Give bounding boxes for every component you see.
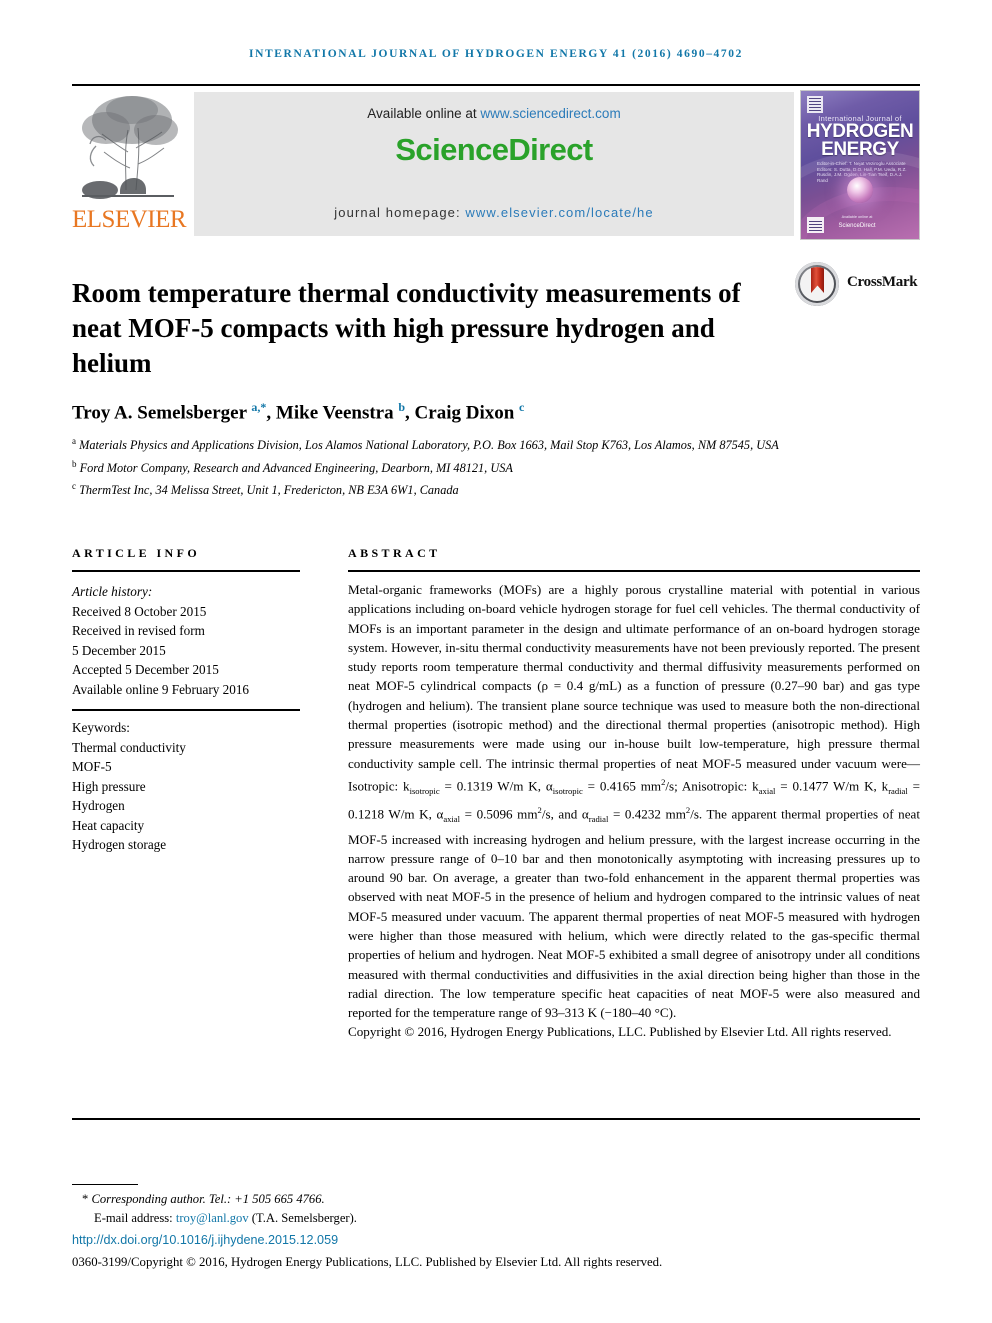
- crossmark-label: CrossMark: [847, 274, 918, 290]
- available-online-text: Available online at: [367, 106, 481, 121]
- article-info-heading: ARTICLE INFO: [72, 546, 201, 560]
- journal-homepage-link[interactable]: www.elsevier.com/locate/he: [465, 205, 653, 220]
- sciencedirect-logo: ScienceDirect: [395, 132, 593, 167]
- corresponding-author-text: Corresponding author. Tel.: +1 505 665 4…: [88, 1192, 325, 1206]
- article-history-items: Received 8 October 2015 Received in revis…: [72, 602, 304, 700]
- crossmark-icon: [795, 262, 839, 306]
- elsevier-logo: ELSEVIER: [72, 88, 187, 238]
- abstract-copyright: Copyright © 2016, Hydrogen Energy Public…: [348, 1024, 892, 1040]
- email-suffix: (T.A. Semelsberger).: [248, 1211, 357, 1225]
- affiliation-list: a Materials Physics and Applications Div…: [72, 432, 912, 500]
- abstract-rule: [348, 570, 920, 572]
- elsevier-wordmark: ELSEVIER: [72, 206, 187, 233]
- keyword-item: MOF-5: [72, 759, 112, 774]
- author-list: Troy A. Semelsberger a,*, Mike Veenstra …: [72, 400, 525, 424]
- keyword-item: Heat capacity: [72, 817, 145, 833]
- footnote-rule: [72, 1184, 138, 1185]
- keywords-rule: [72, 709, 300, 711]
- article-history-item: 5 December 2015: [72, 642, 166, 658]
- keywords-label: Keywords:: [72, 720, 130, 735]
- cover-title-line-2: ENERGY: [821, 139, 899, 160]
- cover-publisher-name: ScienceDirect: [838, 223, 876, 229]
- footnotes: * Corresponding author. Tel.: +1 505 665…: [72, 1190, 920, 1228]
- journal-homepage-label: journal homepage:: [334, 205, 466, 220]
- masthead: ELSEVIER Available online at www.science…: [72, 88, 920, 240]
- keyword-items: Thermal conductivity MOF-5 High pressure Hy…: [72, 738, 304, 855]
- affiliation-item: b Ford Motor Company, Research and Advan…: [72, 458, 513, 475]
- article-history-item: Received in revised form: [72, 623, 205, 638]
- running-head: International Journal of Hydrogen Energy…: [249, 48, 743, 60]
- elsevier-tree-icon: [82, 96, 178, 199]
- doi-link[interactable]: http://dx.doi.org/10.1016/j.ijhydene.201…: [72, 1233, 338, 1247]
- cover-publisher-mark-top: [807, 96, 823, 113]
- article-history-item: Received 8 October 2015: [72, 603, 207, 619]
- article-first-page: International Journal of Hydrogen Energy…: [0, 0, 992, 1323]
- email-label: E-mail address:: [94, 1211, 176, 1225]
- available-online-line: Available online at www.sciencedirect.co…: [194, 106, 794, 121]
- cover-sphere-graphic: [847, 177, 873, 203]
- article-history-item: Available online 9 February 2016: [72, 681, 250, 697]
- issn-copyright-line: 0360-3199/Copyright © 2016, Hydrogen Ene…: [72, 1255, 663, 1269]
- journal-homepage-line: journal homepage: www.elsevier.com/locat…: [194, 205, 794, 220]
- article-history-label: Article history:: [72, 584, 153, 599]
- crossmark-badge[interactable]: CrossMark: [795, 262, 920, 308]
- sciencedirect-link[interactable]: www.sciencedirect.com: [480, 106, 620, 121]
- abstract-heading: ABSTRACT: [348, 546, 441, 560]
- corresponding-author-note: * Corresponding author. Tel.: +1 505 665…: [72, 1190, 920, 1209]
- abstract-text: Metal-organic frameworks (MOFs) are a hi…: [348, 582, 920, 1021]
- footer-rule: [72, 1118, 920, 1120]
- keyword-item: High pressure: [72, 778, 146, 794]
- page-title: Room temperature thermal conductivity me…: [72, 278, 741, 379]
- header-rule: [72, 84, 920, 86]
- cover-publisher-note: Available online at: [841, 215, 873, 219]
- journal-cover-thumbnail: International Journal of HYDROGEN ENERGY…: [800, 90, 920, 240]
- affiliation-item: c ThermTest Inc, 34 Melissa Street, Unit…: [72, 481, 459, 498]
- keyword-item: Hydrogen: [72, 798, 125, 813]
- email-link[interactable]: troy@lanl.gov: [176, 1211, 249, 1225]
- affiliation-item: a Materials Physics and Applications Div…: [72, 436, 779, 453]
- keyword-item: Thermal conductivity: [72, 739, 186, 755]
- article-history: Article history: Received 8 October 2015…: [72, 582, 304, 699]
- keyword-item: Hydrogen storage: [72, 837, 167, 852]
- sciencedirect-banner: Available online at www.sciencedirect.co…: [194, 92, 794, 236]
- email-note: E-mail address: troy@lanl.gov (T.A. Seme…: [72, 1209, 920, 1228]
- abstract-body: Metal-organic frameworks (MOFs) are a hi…: [348, 580, 920, 1042]
- article-history-item: Accepted 5 December 2015: [72, 662, 219, 677]
- article-info-rule: [72, 570, 300, 572]
- keywords-block: Keywords: Thermal conductivity MOF-5 High …: [72, 718, 304, 855]
